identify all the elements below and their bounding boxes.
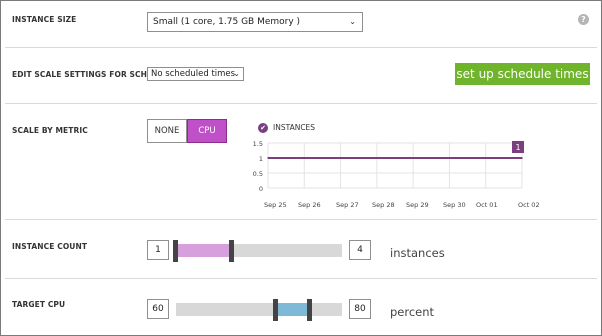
target-cpu-track[interactable]: [176, 303, 342, 316]
data-point: [376, 157, 378, 159]
instance-count-min-handle[interactable]: [173, 240, 178, 262]
x-tick-label: Sep 29: [406, 201, 429, 209]
instance-count-min-input[interactable]: 1: [147, 240, 169, 260]
divider: [5, 278, 597, 279]
x-tick-label: Sep 27: [336, 201, 359, 209]
instance-count-max-handle[interactable]: [229, 240, 235, 262]
data-point: [267, 157, 269, 159]
data-point: [521, 157, 523, 159]
data-point: [412, 157, 414, 159]
target-cpu-min-handle[interactable]: [272, 299, 278, 321]
end-value-label: 1: [515, 143, 520, 152]
instance-count-range-fill: [176, 244, 232, 257]
x-tick-label: Oct 01: [476, 201, 498, 209]
instance-count-unit: instances: [390, 246, 445, 260]
target-cpu-max-handle[interactable]: [306, 299, 312, 321]
x-tick-label: Sep 28: [372, 201, 395, 209]
data-point: [484, 157, 487, 159]
target-cpu-max-input[interactable]: 80: [349, 299, 371, 319]
x-tick-label: Sep 26: [298, 201, 321, 209]
divider: [5, 219, 597, 220]
target-cpu-range-fill: [275, 303, 309, 316]
x-tick-label: Oct 02: [518, 201, 540, 209]
instance-count-max-input[interactable]: 4: [349, 240, 371, 260]
target-cpu-label: TARGET CPU: [12, 300, 66, 309]
data-point: [448, 157, 451, 159]
target-cpu-unit: percent: [390, 305, 435, 319]
instance-count-label: INSTANCE COUNT: [12, 242, 88, 251]
instances-chart: 1: [267, 141, 524, 189]
x-tick-label: Sep 25: [264, 201, 287, 209]
data-point: [339, 157, 342, 159]
target-cpu-min-input[interactable]: 60: [147, 299, 169, 319]
x-tick-label: Sep 30: [443, 201, 466, 209]
data-point: [303, 157, 306, 159]
